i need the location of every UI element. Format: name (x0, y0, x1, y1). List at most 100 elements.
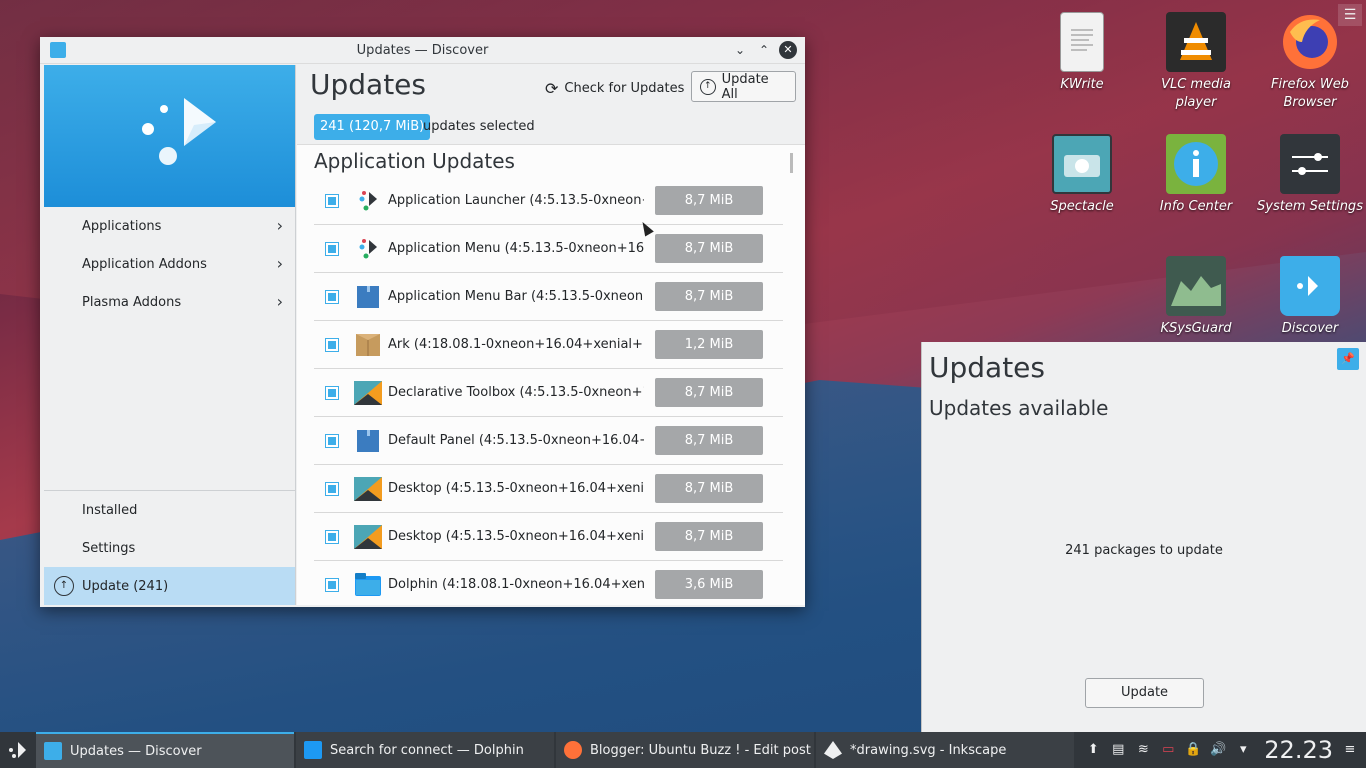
select-checkbox[interactable] (325, 241, 339, 256)
sidebar-item-plasma-addons[interactable]: Plasma Addons › (44, 283, 295, 321)
sidebar-item-label: Settings (82, 540, 136, 556)
select-checkbox[interactable] (325, 193, 339, 208)
select-checkbox[interactable] (325, 577, 339, 592)
sidebar-item-applications[interactable]: Applications › (44, 207, 295, 245)
kde-launcher-icon (9, 742, 26, 758)
update-size-badge[interactable]: 8,7 MiB (655, 282, 763, 311)
minimize-icon[interactable]: ⌄ (731, 41, 749, 59)
update-icon: ↑ (700, 78, 716, 95)
window-titlebar[interactable]: Updates — Discover ⌄ ⌃ ✕ (40, 37, 805, 64)
desktop-icon-spectacle[interactable]: Spectacle (1027, 134, 1137, 216)
task-inkscape[interactable]: *drawing.svg - Inkscape (816, 732, 1074, 768)
update-all-button[interactable]: ↑ Update All (691, 71, 796, 102)
desktop-icon-label: Info Center (1159, 199, 1233, 214)
scrollbar[interactable] (790, 153, 793, 173)
desktop-icon-label: VLC media player (1161, 77, 1231, 110)
refresh-icon: ⟳ (545, 78, 559, 98)
desktop-icon-label: Discover (1281, 321, 1339, 336)
update-name: Application Menu (4:5.13.5-0xneon+16.0..… (388, 241, 644, 256)
update-row[interactable]: Default Panel (4:5.13.5-0xneon+16.04+x..… (314, 417, 783, 465)
check-for-updates-button[interactable]: ⟳ Check for Updates (537, 73, 692, 103)
desktop-icon-ksysguard[interactable]: KSysGuard (1141, 256, 1251, 338)
update-icon: ↑ (54, 576, 74, 596)
update-size-badge[interactable]: 8,7 MiB (655, 522, 763, 551)
chevron-right-icon: › (276, 292, 283, 311)
selected-count-badge: 241 (120,7 MiB) (314, 114, 431, 140)
desktop-icon-label: Spectacle (1050, 199, 1114, 214)
update-notifier-icon[interactable]: ⬆ (1085, 742, 1101, 758)
update-size-badge[interactable]: 8,7 MiB (655, 474, 763, 503)
select-checkbox[interactable] (325, 433, 339, 448)
sidebar: Applications › Application Addons › Plas… (44, 65, 296, 605)
system-tray: ⬆ ▤ ≋ ▭ 🔒 🔊 ▾ 22.23 ≡ (1085, 732, 1366, 768)
wifi-icon[interactable]: ≋ (1135, 742, 1151, 758)
section-title: Application Updates (314, 149, 515, 173)
desktop-icon-vlc[interactable]: VLC media player (1141, 12, 1251, 112)
update-size-badge[interactable]: 3,6 MiB (655, 570, 763, 599)
maximize-icon[interactable]: ⌃ (755, 41, 773, 59)
sidebar-item-update[interactable]: ↑ Update (241) (44, 567, 295, 605)
update-size-badge[interactable]: 8,7 MiB (655, 186, 763, 215)
task-label: Updates — Discover (70, 743, 202, 759)
chevron-right-icon: › (276, 216, 283, 235)
sidebar-item-label: Update (241) (82, 578, 169, 594)
lock-icon[interactable]: 🔒 (1185, 742, 1201, 758)
folder-icon (354, 571, 382, 599)
desktop-icon-label: KWrite (1060, 77, 1104, 92)
close-icon[interactable]: ✕ (779, 41, 797, 59)
update-row[interactable]: Application Launcher (4:5.13.5-0xneon+..… (314, 177, 783, 225)
panel-menu-icon[interactable]: ≡ (1342, 742, 1358, 758)
updates-header: Updates ⟳ Check for Updates ↑ Update All… (297, 65, 805, 145)
sidebar-item-label: Installed (82, 502, 138, 518)
select-checkbox[interactable] (325, 385, 339, 400)
updates-widget: Updates Updates available 📌 241 packages… (921, 342, 1366, 732)
sidebar-item-installed[interactable]: Installed (44, 491, 295, 529)
update-size-badge[interactable]: 8,7 MiB (655, 234, 763, 263)
update-size-badge[interactable]: 1,2 MiB (655, 330, 763, 359)
monitor-icon (1166, 256, 1226, 316)
battery-icon[interactable]: ▭ (1160, 742, 1176, 758)
desktop-icon-discover[interactable]: Discover (1255, 256, 1365, 338)
select-checkbox[interactable] (325, 529, 339, 544)
check-for-updates-label: Check for Updates (564, 80, 685, 96)
task-dolphin[interactable]: Search for connect — Dolphin (296, 732, 554, 768)
update-button[interactable]: Update (1085, 678, 1204, 708)
update-row[interactable]: Application Menu (4:5.13.5-0xneon+16.0..… (314, 225, 783, 273)
volume-icon[interactable]: 🔊 (1210, 742, 1226, 758)
desktop-icon-system-settings[interactable]: System Settings (1255, 134, 1365, 216)
update-row[interactable]: Declarative Toolbox (4:5.13.5-0xneon+1..… (314, 369, 783, 417)
task-firefox[interactable]: Blogger: Ubuntu Buzz ! - Edit post ... (556, 732, 814, 768)
kde-launcher-icon (354, 187, 382, 215)
widget-subtitle: Updates available (929, 396, 1109, 420)
firefox-icon (1280, 12, 1340, 72)
clipboard-icon[interactable]: ▤ (1110, 742, 1126, 758)
select-checkbox[interactable] (325, 289, 339, 304)
desktop-icon-info-center[interactable]: Info Center (1141, 134, 1251, 216)
select-checkbox[interactable] (325, 481, 339, 496)
sidebar-item-settings[interactable]: Settings (44, 529, 295, 567)
application-launcher-button[interactable] (0, 732, 36, 768)
tray-expand-icon[interactable]: ▾ (1235, 742, 1251, 758)
pin-icon[interactable]: 📌 (1337, 348, 1359, 370)
desktop-icon-kwrite[interactable]: KWrite (1027, 12, 1137, 94)
package-count: 241 packages to update (1065, 543, 1223, 558)
update-row[interactable]: Desktop (4:5.13.5-0xneon+16.04+xenial...… (314, 513, 783, 561)
update-size-badge[interactable]: 8,7 MiB (655, 378, 763, 407)
update-size-badge[interactable]: 8,7 MiB (655, 426, 763, 455)
task-discover[interactable]: Updates — Discover (36, 732, 294, 768)
clock[interactable]: 22.23 (1264, 736, 1333, 764)
selected-text: updates selected (423, 119, 535, 134)
update-row[interactable]: Application Menu Bar (4:5.13.5-0xneon+..… (314, 273, 783, 321)
select-checkbox[interactable] (325, 337, 339, 352)
text-editor-icon (1060, 12, 1104, 72)
chevron-right-icon: › (276, 254, 283, 273)
desktop-icon-firefox[interactable]: Firefox Web Browser (1255, 12, 1365, 112)
sidebar-item-label: Applications (82, 218, 162, 234)
update-name: Application Launcher (4:5.13.5-0xneon+..… (388, 193, 644, 208)
sidebar-item-application-addons[interactable]: Application Addons › (44, 245, 295, 283)
screenshot-icon (1052, 134, 1112, 194)
update-row[interactable]: Desktop (4:5.13.5-0xneon+16.04+xenial...… (314, 465, 783, 513)
widget-title: Updates (929, 351, 1045, 384)
update-row[interactable]: Ark (4:18.08.1-0xneon+16.04+xenial+bui..… (314, 321, 783, 369)
update-row[interactable]: Dolphin (4:18.08.1-0xneon+16.04+xenial..… (314, 561, 783, 605)
